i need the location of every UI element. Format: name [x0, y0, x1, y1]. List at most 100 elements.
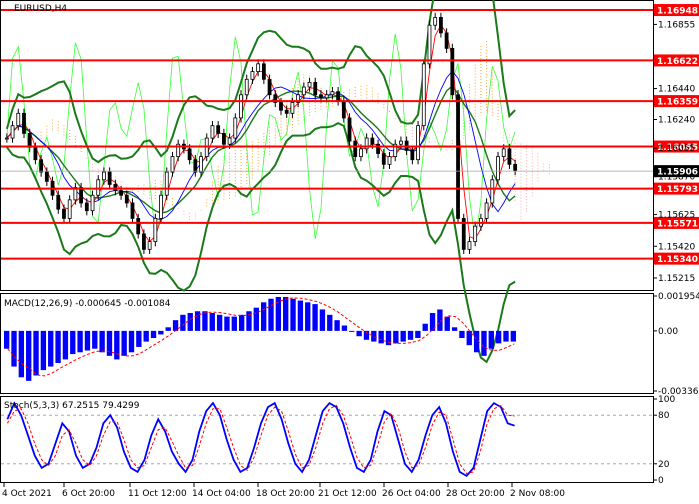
time-tick-label: 11 Oct 12:00: [128, 489, 187, 499]
candle-body: [433, 17, 438, 26]
macd-bar: [312, 304, 318, 331]
macd-bar: [297, 300, 304, 331]
candle-body: [199, 156, 203, 173]
candle-body: [256, 63, 261, 72]
candle-body: [438, 17, 443, 34]
price-tick-label: 1.15215: [658, 274, 695, 284]
macd-bar: [143, 330, 149, 342]
macd-tick-label: 0.00: [658, 327, 678, 337]
macd-bar: [48, 330, 54, 367]
macd-bar: [341, 325, 348, 331]
macd-bar: [18, 330, 25, 378]
candle-body: [147, 241, 152, 250]
macd-bar: [106, 330, 113, 356]
candle-body: [513, 163, 518, 171]
macd-bar: [114, 330, 120, 360]
chart-svg: 1.169481.166221.163591.160651.157931.155…: [0, 0, 699, 499]
price-tick-label: 1.16240: [658, 115, 695, 125]
time-tick-label: 18 Oct 20:00: [256, 489, 315, 499]
candle-body: [10, 125, 15, 139]
chart-window: 1.16948 1.16622 1.16359 1.16065 1.15793 1.155…: [0, 0, 699, 500]
candle-body: [142, 233, 146, 250]
candle-body: [27, 133, 32, 148]
candle-body: [22, 112, 26, 134]
macd-bar: [488, 330, 494, 349]
macd-bar: [128, 330, 135, 353]
macd-bar: [356, 330, 362, 337]
candle-body: [336, 91, 341, 102]
macd-bar: [327, 314, 333, 331]
candle-body: [427, 24, 432, 65]
candle-body: [216, 125, 221, 134]
candle-body: [239, 94, 243, 119]
macd-bar: [400, 330, 406, 342]
macd-bar: [481, 330, 487, 356]
candle-body: [370, 137, 375, 145]
stoch-title: Stoch(5,3,3) 67.2515 79.4299: [4, 401, 140, 411]
time-tick-label: 21 Oct 12:00: [318, 489, 377, 499]
macd-bar: [275, 296, 282, 331]
candle-body: [353, 140, 358, 157]
macd-bar: [290, 298, 296, 331]
time-tick-label: 28 Oct 20:00: [446, 489, 505, 499]
macd-bar: [510, 330, 516, 342]
macd-bar: [371, 330, 377, 342]
candle-body: [244, 78, 249, 96]
candle-body: [119, 190, 123, 196]
level-tag-label: 1.15793: [657, 185, 698, 195]
level-tag-label: 1.16622: [657, 57, 698, 67]
symbol-title: EURUSD,H4: [14, 4, 67, 14]
macd-bar: [319, 309, 326, 331]
candle-body: [490, 179, 495, 204]
time-tick-label: 4 Oct 2021: [2, 489, 52, 499]
macd-bar: [216, 314, 223, 331]
macd-bar: [231, 316, 237, 331]
candle-body: [102, 171, 106, 181]
macd-bar: [268, 298, 274, 331]
macd-bar: [84, 330, 91, 351]
candle-body: [33, 146, 38, 161]
macd-bar: [407, 330, 414, 340]
candle-body: [501, 148, 506, 157]
candle-body: [96, 179, 101, 196]
macd-bar: [92, 330, 98, 349]
macd-bar: [55, 330, 61, 363]
candle-body: [399, 140, 403, 145]
candle-body: [496, 156, 500, 181]
macd-bar: [305, 302, 311, 331]
main-panel-frame: [0, 0, 654, 291]
macd-bar: [165, 327, 171, 331]
level-tag-label: 1.16359: [657, 98, 698, 108]
level-tag-label: 1.15340: [657, 255, 698, 265]
current-price-label: 1.15906: [657, 168, 698, 178]
price-tick-label: 1.15420: [658, 242, 695, 252]
candle-body: [347, 117, 352, 142]
macd-bar: [4, 330, 10, 349]
candle-body: [341, 100, 346, 119]
candle-body: [507, 148, 512, 165]
candle-body: [307, 81, 312, 88]
candle-body: [227, 137, 232, 145]
candle-body: [56, 194, 61, 210]
macd-bar: [26, 330, 32, 381]
macd-bar: [495, 330, 502, 344]
candle-body: [221, 133, 226, 145]
candle-body: [233, 117, 238, 139]
candle-body: [67, 199, 72, 219]
candle-body: [410, 150, 415, 161]
time-tick-label: 6 Oct 20:00: [62, 489, 115, 499]
candle-body: [421, 63, 426, 127]
candle-body: [250, 71, 255, 80]
candle-body: [44, 171, 49, 182]
stoch-tick-label: 0: [658, 476, 664, 486]
candle-body: [170, 156, 175, 173]
macd-bar: [261, 302, 267, 331]
macd-bar: [459, 330, 465, 339]
candle-body: [267, 78, 272, 96]
candle-body: [62, 208, 66, 219]
candle-body: [261, 63, 266, 80]
candle-body: [130, 202, 135, 219]
macd-bar: [283, 296, 289, 331]
macd-bar: [378, 330, 384, 344]
candle-body: [124, 194, 129, 204]
